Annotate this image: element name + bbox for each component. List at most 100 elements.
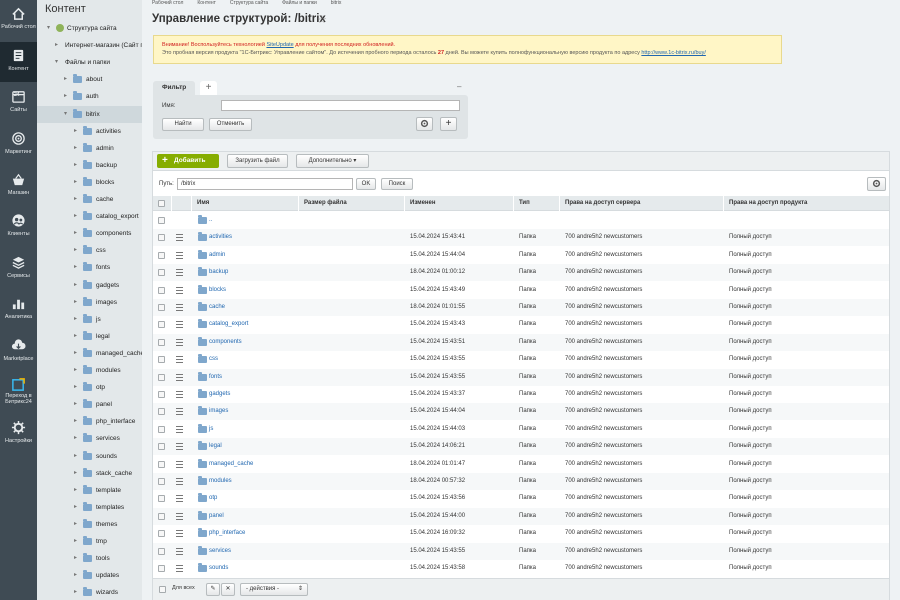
- chevron-right-icon[interactable]: ▸: [74, 533, 77, 550]
- row-menu-icon[interactable]: [176, 547, 183, 555]
- tree-item[interactable]: ▸ services: [37, 430, 142, 447]
- row-menu-icon[interactable]: [176, 408, 183, 416]
- file-name-link[interactable]: admin: [209, 247, 225, 264]
- tree-item[interactable]: ▸ legal: [37, 328, 142, 345]
- file-name-link[interactable]: modules: [209, 473, 232, 490]
- tree-item[interactable]: ▸ modules: [37, 362, 142, 379]
- row-menu-icon[interactable]: [176, 391, 183, 398]
- chevron-right-icon[interactable]: ▸: [74, 191, 77, 208]
- table-row[interactable]: components 15.04.2024 15:43:51 Папка 700 an…: [153, 333, 889, 351]
- tree-item[interactable]: ▸ template: [37, 482, 142, 499]
- chevron-right-icon[interactable]: ▸: [74, 174, 77, 191]
- table-row[interactable]: js 15.04.2024 15:44:03 Папка 700 andre5h2 n…: [153, 421, 889, 438]
- tree-item[interactable]: ▸ php_interface: [37, 413, 142, 430]
- path-input[interactable]: /bitrix: [177, 178, 353, 190]
- table-row[interactable]: gadgets 15.04.2024 15:43:37 Папка 700 andre…: [153, 386, 889, 403]
- tree-item[interactable]: ▸ sounds: [37, 448, 142, 465]
- chevron-right-icon[interactable]: ▸: [74, 550, 77, 567]
- table-row[interactable]: backup 18.04.2024 01:00:12 Папка 700 andre5…: [153, 264, 889, 282]
- row-menu-icon[interactable]: [176, 530, 183, 538]
- tree-item[interactable]: ▸ managed_cache: [37, 345, 142, 362]
- tree-item[interactable]: ▸ templates: [37, 499, 142, 516]
- tree-item[interactable]: ▸ wizards: [37, 584, 142, 600]
- chevron-right-icon[interactable]: ▸: [64, 71, 67, 88]
- table-row[interactable]: managed_cache 18.04.2024 01:01:47 Папка 700…: [153, 456, 889, 473]
- table-settings-button[interactable]: [867, 177, 886, 191]
- table-row[interactable]: modules 18.04.2024 00:57:32 Папка 700 andre…: [153, 473, 889, 490]
- row-menu-icon[interactable]: [176, 251, 183, 259]
- chevron-right-icon[interactable]: ▸: [74, 379, 77, 396]
- tree-item[interactable]: ▸ admin: [37, 140, 142, 157]
- column-header-modified[interactable]: Изменен: [404, 196, 513, 211]
- tree-item[interactable]: ▸ components: [37, 225, 142, 242]
- file-name-link[interactable]: otp: [209, 490, 217, 507]
- table-row[interactable]: cache 18.04.2024 01:01:55 Папка 700 andre5h…: [153, 299, 889, 316]
- row-checkbox[interactable]: [158, 356, 165, 364]
- nav-item-5[interactable]: Клиенты: [0, 207, 37, 247]
- breadcrumb-item[interactable]: Структура сайта: [230, 0, 268, 6]
- file-name-link[interactable]: fonts: [209, 369, 222, 386]
- apply-all-checkbox[interactable]: [159, 586, 166, 593]
- chevron-right-icon[interactable]: ▸: [74, 413, 77, 430]
- file-name-link[interactable]: activities: [209, 229, 232, 246]
- nav-item-9[interactable]: Переход в Битрикс24: [0, 371, 37, 411]
- row-checkbox[interactable]: [158, 495, 165, 503]
- nav-item-2[interactable]: 24 Сайты: [0, 83, 37, 123]
- file-name-link[interactable]: gadgets: [209, 386, 230, 403]
- table-row[interactable]: fonts 15.04.2024 15:43:55 Папка 700 andre5h…: [153, 368, 889, 386]
- file-name-link[interactable]: sounds: [209, 560, 228, 577]
- chevron-right-icon[interactable]: ▸: [74, 277, 77, 294]
- tree-item[interactable]: ▾ Структура сайта: [37, 20, 142, 37]
- chevron-right-icon[interactable]: ▸: [74, 208, 77, 225]
- table-row[interactable]: admin 15.04.2024 15:44:04 Папка 700 andre5h…: [153, 247, 889, 264]
- file-name-link[interactable]: panel: [209, 508, 224, 525]
- column-header-product-rights[interactable]: Права на доступ продукта: [723, 196, 889, 211]
- file-name-link[interactable]: managed_cache: [209, 456, 253, 473]
- row-checkbox[interactable]: [158, 338, 165, 346]
- file-name-link[interactable]: php_interface: [209, 525, 245, 542]
- parent-dir-link[interactable]: ..: [209, 212, 212, 229]
- row-menu-icon[interactable]: [176, 304, 183, 311]
- row-menu-icon[interactable]: [176, 460, 183, 468]
- chevron-right-icon[interactable]: ▸: [74, 157, 77, 174]
- row-menu-icon[interactable]: [176, 495, 183, 503]
- breadcrumb-item[interactable]: Контент: [197, 0, 216, 6]
- filter-add-field-button[interactable]: +: [440, 117, 457, 131]
- breadcrumb-item[interactable]: Файлы и папки: [282, 0, 317, 6]
- row-menu-icon[interactable]: [176, 269, 183, 277]
- path-ok-button[interactable]: OK: [356, 178, 376, 190]
- siteupdate-link[interactable]: SiteUpdate: [266, 42, 293, 48]
- table-row[interactable]: php_interface 15.04.2024 16:09:32 Папка 700…: [153, 525, 889, 542]
- nav-item-8[interactable]: Marketplace: [0, 332, 37, 372]
- row-checkbox[interactable]: [158, 512, 165, 520]
- filter-settings-button[interactable]: [416, 117, 433, 131]
- tree-item[interactable]: ▸ fonts: [37, 259, 142, 276]
- row-checkbox[interactable]: [158, 478, 165, 485]
- buy-link[interactable]: http://www.1c-bitrix.ru/buy/: [641, 50, 706, 56]
- row-checkbox[interactable]: [158, 217, 165, 224]
- row-menu-icon[interactable]: [176, 356, 183, 364]
- tree-item[interactable]: ▸ js: [37, 311, 142, 328]
- row-checkbox[interactable]: [158, 321, 165, 329]
- chevron-right-icon[interactable]: ▸: [74, 362, 77, 379]
- nav-item-0[interactable]: Рабочий стол: [0, 0, 37, 40]
- tree-item[interactable]: ▸ backup: [37, 157, 142, 174]
- nav-item-10[interactable]: Настройки: [0, 414, 37, 454]
- table-row[interactable]: activities 15.04.2024 15:43:41 Папка 700 an…: [153, 229, 889, 247]
- column-header-name[interactable]: Имя: [191, 196, 298, 211]
- chevron-right-icon[interactable]: ▸: [74, 482, 77, 499]
- file-name-link[interactable]: backup: [209, 264, 228, 281]
- tree-item[interactable]: ▸ tmp: [37, 533, 142, 550]
- column-header-server-rights[interactable]: Права на доступ сервера: [559, 196, 723, 211]
- row-checkbox[interactable]: [158, 547, 165, 555]
- chevron-right-icon[interactable]: ▸: [74, 465, 77, 482]
- chevron-right-icon[interactable]: ▸: [64, 88, 67, 105]
- nav-item-3[interactable]: Маркетинг: [0, 125, 37, 165]
- add-button[interactable]: + Добавить: [157, 154, 219, 168]
- row-menu-icon[interactable]: [176, 478, 183, 485]
- path-search-button[interactable]: Поиск: [381, 178, 413, 190]
- file-name-link[interactable]: js: [209, 421, 213, 438]
- cancel-button[interactable]: Отменить: [209, 118, 252, 131]
- tree-item[interactable]: ▸ updates: [37, 567, 142, 584]
- add-filter-tab-button[interactable]: +: [200, 81, 217, 95]
